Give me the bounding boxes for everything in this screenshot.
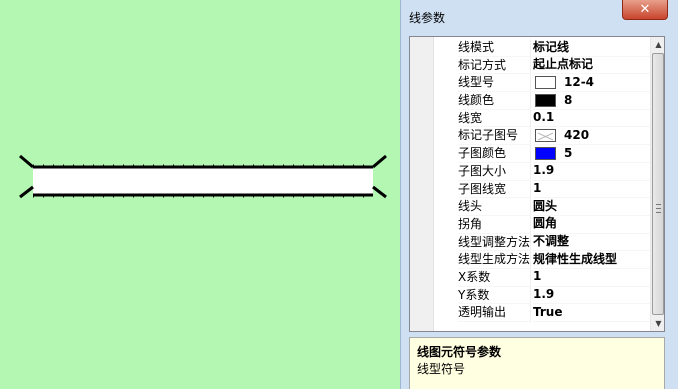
title-bar[interactable]: 线参数 ✕ xyxy=(401,0,678,34)
close-button[interactable]: ✕ xyxy=(622,0,668,20)
property-value-text: 1 xyxy=(533,181,542,195)
line-symbol-end-mark-top xyxy=(372,154,387,169)
scroll-thumb[interactable] xyxy=(652,53,664,315)
property-value[interactable]: 规律性生成线型 xyxy=(533,251,650,269)
property-row[interactable]: 线型调整方法 不调整 xyxy=(410,233,650,252)
property-value-text: 规律性生成线型 xyxy=(533,251,618,266)
property-name: 线头 xyxy=(458,198,531,216)
property-rows: 线模式 标记线 标记方式 起止点标记 线型号 12-4 线颜色 8 线宽 0.1 标记子图号 420 子… xyxy=(410,39,650,322)
property-name: 线型生成方法 xyxy=(458,251,531,269)
property-row[interactable]: X系数 1 xyxy=(410,268,650,287)
pattern-preview-icon xyxy=(535,129,556,143)
property-value[interactable]: 420 xyxy=(533,127,650,146)
property-name: 线模式 xyxy=(458,39,531,57)
property-value[interactable]: 1 xyxy=(533,181,650,199)
vertical-scrollbar[interactable]: ▲ ▼ xyxy=(650,37,664,331)
property-row[interactable]: 透明输出 True xyxy=(410,304,650,322)
line-symbol-preview xyxy=(19,154,387,199)
property-value-text: 420 xyxy=(564,127,590,142)
property-value-text: 起止点标记 xyxy=(533,57,594,72)
property-grid[interactable]: 线模式 标记线 标记方式 起止点标记 线型号 12-4 线颜色 8 线宽 0.1 标记子图号 420 子… xyxy=(409,36,665,332)
property-name: 线型号 xyxy=(458,74,531,93)
description-title: 线图元符号参数 xyxy=(417,345,502,359)
property-value-text: 12-4 xyxy=(564,74,595,89)
property-row[interactable]: 子图大小 1.9 xyxy=(410,162,650,181)
property-row[interactable]: 线型生成方法 规律性生成线型 xyxy=(410,251,650,269)
property-row[interactable]: 线头 圆头 xyxy=(410,198,650,216)
property-value-text: 圆角 xyxy=(533,216,558,231)
property-value[interactable]: 0.1 xyxy=(533,110,650,128)
description-text: 线型符号 xyxy=(417,362,466,376)
scroll-grip-icon xyxy=(656,204,661,213)
scroll-up-icon[interactable]: ▲ xyxy=(651,37,664,52)
property-value-text: 圆头 xyxy=(533,198,558,213)
property-row[interactable]: 线宽 0.1 xyxy=(410,109,650,128)
property-name: 子图颜色 xyxy=(458,145,531,163)
property-name: 线宽 xyxy=(458,109,531,128)
property-value[interactable]: 1 xyxy=(533,269,650,287)
pattern-glyph-icon xyxy=(537,132,554,141)
property-value-text: 0.1 xyxy=(533,110,555,125)
pattern-preview-icon xyxy=(535,76,556,90)
property-value-text: 1 xyxy=(533,269,542,284)
property-row[interactable]: 标记方式 起止点标记 xyxy=(410,56,650,75)
property-name: 拐角 xyxy=(458,215,531,234)
property-value[interactable]: 起止点标记 xyxy=(533,57,650,75)
property-value[interactable]: True xyxy=(533,304,650,322)
property-name: 子图大小 xyxy=(458,162,531,181)
property-row[interactable]: 子图线宽 1 xyxy=(410,180,650,199)
property-value[interactable]: 5 xyxy=(533,145,650,163)
property-row[interactable]: 线模式 标记线 xyxy=(410,39,650,57)
map-canvas[interactable] xyxy=(0,0,400,389)
property-name: Y系数 xyxy=(458,286,531,305)
property-value-text: 不调整 xyxy=(533,234,570,249)
property-row[interactable]: 标记子图号 420 xyxy=(410,127,650,146)
color-swatch xyxy=(535,93,556,107)
property-name: 子图线宽 xyxy=(458,180,531,199)
line-symbol-start-mark-bottom xyxy=(19,185,34,199)
line-parameters-window: 线参数 ✕ 线模式 标记线 标记方式 起止点标记 线型号 12-4 线颜色 8 线宽 0.1 标记子… xyxy=(400,0,678,389)
color-swatch xyxy=(535,146,556,160)
property-name: 标记子图号 xyxy=(458,127,531,146)
property-value[interactable]: 圆头 xyxy=(533,198,650,216)
property-value[interactable]: 1.9 xyxy=(533,163,650,181)
property-value-text: 1.9 xyxy=(533,287,555,302)
property-value-text: 标记线 xyxy=(533,39,570,54)
property-name: 透明输出 xyxy=(458,304,531,322)
property-value[interactable]: 1.9 xyxy=(533,287,650,305)
property-value[interactable]: 8 xyxy=(533,92,650,110)
property-value-text: True xyxy=(533,304,563,319)
description-panel: 线图元符号参数 线型符号 xyxy=(409,337,665,389)
property-name: 线型调整方法 xyxy=(458,233,531,252)
property-value[interactable]: 12-4 xyxy=(533,74,650,93)
property-row[interactable]: Y系数 1.9 xyxy=(410,286,650,305)
property-row[interactable]: 子图颜色 5 xyxy=(410,145,650,163)
property-value-text: 1.9 xyxy=(533,163,555,178)
property-value-text: 5 xyxy=(564,145,573,160)
property-value-text: 8 xyxy=(564,92,573,107)
property-value[interactable]: 圆角 xyxy=(533,216,650,234)
property-row[interactable]: 线颜色 8 xyxy=(410,92,650,110)
close-icon: ✕ xyxy=(639,2,651,17)
property-name: X系数 xyxy=(458,268,531,287)
scroll-down-icon[interactable]: ▼ xyxy=(651,316,664,331)
line-symbol-end-mark-bottom xyxy=(372,185,387,199)
property-value[interactable]: 标记线 xyxy=(533,39,650,57)
line-symbol-fill xyxy=(33,167,373,195)
property-value[interactable]: 不调整 xyxy=(533,234,650,252)
property-row[interactable]: 线型号 12-4 xyxy=(410,74,650,93)
line-symbol-start-mark-top xyxy=(19,154,34,169)
property-row[interactable]: 拐角 圆角 xyxy=(410,215,650,234)
property-name: 标记方式 xyxy=(458,56,531,75)
property-name: 线颜色 xyxy=(458,92,531,110)
window-title: 线参数 xyxy=(409,11,446,25)
